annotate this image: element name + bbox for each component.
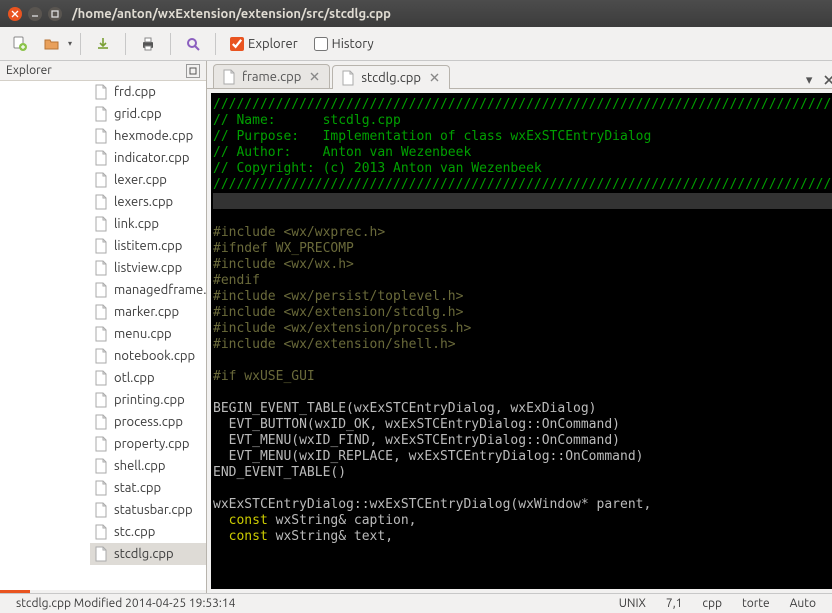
- status-bar: stcdlg.cpp Modified 2014-04-25 19:53:14 …: [0, 593, 832, 613]
- tab-menu-button[interactable]: ▾: [801, 72, 817, 88]
- file-name: otl.cpp: [114, 371, 155, 385]
- file-item[interactable]: hexmode.cpp: [90, 125, 206, 147]
- file-item[interactable]: lexer.cpp: [90, 169, 206, 191]
- status-theme: torte: [732, 597, 780, 610]
- file-item[interactable]: process.cpp: [90, 411, 206, 433]
- open-file-button[interactable]: [38, 30, 66, 58]
- file-item[interactable]: marker.cpp: [90, 301, 206, 323]
- file-name: property.cpp: [114, 437, 189, 451]
- file-name: statusbar.cpp: [114, 503, 193, 517]
- explorer-title: Explorer: [6, 64, 52, 77]
- tab-label: frame.cpp: [242, 70, 301, 84]
- file-name: shell.cpp: [114, 459, 166, 473]
- tab-close-all-button[interactable]: [821, 72, 832, 88]
- file-item[interactable]: otl.cpp: [90, 367, 206, 389]
- file-item[interactable]: listview.cpp: [90, 257, 206, 279]
- file-item[interactable]: frd.cpp: [90, 81, 206, 103]
- explorer-checkbox[interactable]: [230, 37, 244, 51]
- file-name: process.cpp: [114, 415, 183, 429]
- toolbar-separator: [80, 33, 81, 55]
- file-name: printing.cpp: [114, 393, 185, 407]
- tab[interactable]: frame.cpp: [213, 64, 330, 88]
- code-editor[interactable]: ////////////////////////////////////////…: [211, 93, 832, 589]
- file-name: hexmode.cpp: [114, 129, 193, 143]
- tab[interactable]: stcdlg.cpp: [332, 65, 450, 89]
- file-item[interactable]: printing.cpp: [90, 389, 206, 411]
- file-name: frd.cpp: [114, 85, 156, 99]
- file-item[interactable]: stcdlg.cpp: [90, 543, 206, 565]
- status-file-info: stcdlg.cpp Modified 2014-04-25 19:53:14: [6, 597, 609, 610]
- history-checkbox[interactable]: [314, 37, 328, 51]
- file-item[interactable]: stc.cpp: [90, 521, 206, 543]
- toolbar-separator: [170, 33, 171, 55]
- file-name: listitem.cpp: [114, 239, 182, 253]
- window-close-button[interactable]: [8, 7, 22, 21]
- file-name: menu.cpp: [114, 327, 172, 341]
- file-item[interactable]: notebook.cpp: [90, 345, 206, 367]
- window-title: /home/anton/wxExtension/extension/src/st…: [72, 7, 391, 21]
- file-item[interactable]: stat.cpp: [90, 477, 206, 499]
- explorer-toggle-label: Explorer: [248, 37, 298, 51]
- find-button[interactable]: [179, 30, 207, 58]
- file-name: lexers.cpp: [114, 195, 173, 209]
- explorer-maximize-button[interactable]: [186, 64, 200, 78]
- tab-close-icon[interactable]: [427, 71, 441, 85]
- file-item[interactable]: link.cpp: [90, 213, 206, 235]
- file-item[interactable]: property.cpp: [90, 433, 206, 455]
- tab-bar: frame.cpp stcdlg.cpp ▾: [207, 61, 832, 89]
- file-name: stcdlg.cpp: [114, 547, 174, 561]
- file-name: listview.cpp: [114, 261, 182, 275]
- new-file-button[interactable]: [6, 30, 34, 58]
- file-name: marker.cpp: [114, 305, 179, 319]
- titlebar: /home/anton/wxExtension/extension/src/st…: [0, 0, 832, 27]
- explorer-header: Explorer: [0, 61, 206, 81]
- toolbar-separator: [125, 33, 126, 55]
- file-item[interactable]: lexers.cpp: [90, 191, 206, 213]
- file-item[interactable]: indicator.cpp: [90, 147, 206, 169]
- explorer-toggle[interactable]: Explorer: [224, 37, 304, 51]
- explorer-panel: Explorer frd.cpp grid.cpp hexmode.cpp indic…: [0, 61, 207, 593]
- file-name: grid.cpp: [114, 107, 162, 121]
- file-item[interactable]: managedframe.cpp: [90, 279, 206, 301]
- window-minimize-button[interactable]: [28, 7, 42, 21]
- file-name: indicator.cpp: [114, 151, 189, 165]
- history-toggle-label: History: [332, 37, 374, 51]
- history-toggle[interactable]: History: [308, 37, 380, 51]
- file-name: lexer.cpp: [114, 173, 167, 187]
- file-name: notebook.cpp: [114, 349, 195, 363]
- status-mode: Auto: [780, 597, 826, 610]
- file-name: managedframe.cpp: [114, 283, 206, 297]
- file-name: stc.cpp: [114, 525, 155, 539]
- print-button[interactable]: [134, 30, 162, 58]
- file-item[interactable]: grid.cpp: [90, 103, 206, 125]
- toolbar: ▾ Explorer History: [0, 27, 832, 61]
- status-language: cpp: [692, 597, 732, 610]
- file-name: link.cpp: [114, 217, 159, 231]
- save-button[interactable]: [89, 30, 117, 58]
- window-maximize-button[interactable]: [48, 7, 62, 21]
- status-eol: UNIX: [609, 597, 656, 610]
- editor-pane: frame.cpp stcdlg.cpp ▾ //////////////////…: [207, 61, 832, 593]
- file-list[interactable]: frd.cpp grid.cpp hexmode.cpp indicator.cpp l…: [0, 81, 206, 590]
- file-item[interactable]: statusbar.cpp: [90, 499, 206, 521]
- status-position: 7,1: [656, 597, 693, 610]
- open-dropdown-icon[interactable]: ▾: [68, 39, 72, 48]
- file-item[interactable]: menu.cpp: [90, 323, 206, 345]
- tab-label: stcdlg.cpp: [361, 71, 421, 85]
- file-item[interactable]: listitem.cpp: [90, 235, 206, 257]
- tab-close-icon[interactable]: [307, 70, 321, 84]
- file-item[interactable]: shell.cpp: [90, 455, 206, 477]
- file-name: stat.cpp: [114, 481, 161, 495]
- toolbar-separator: [215, 33, 216, 55]
